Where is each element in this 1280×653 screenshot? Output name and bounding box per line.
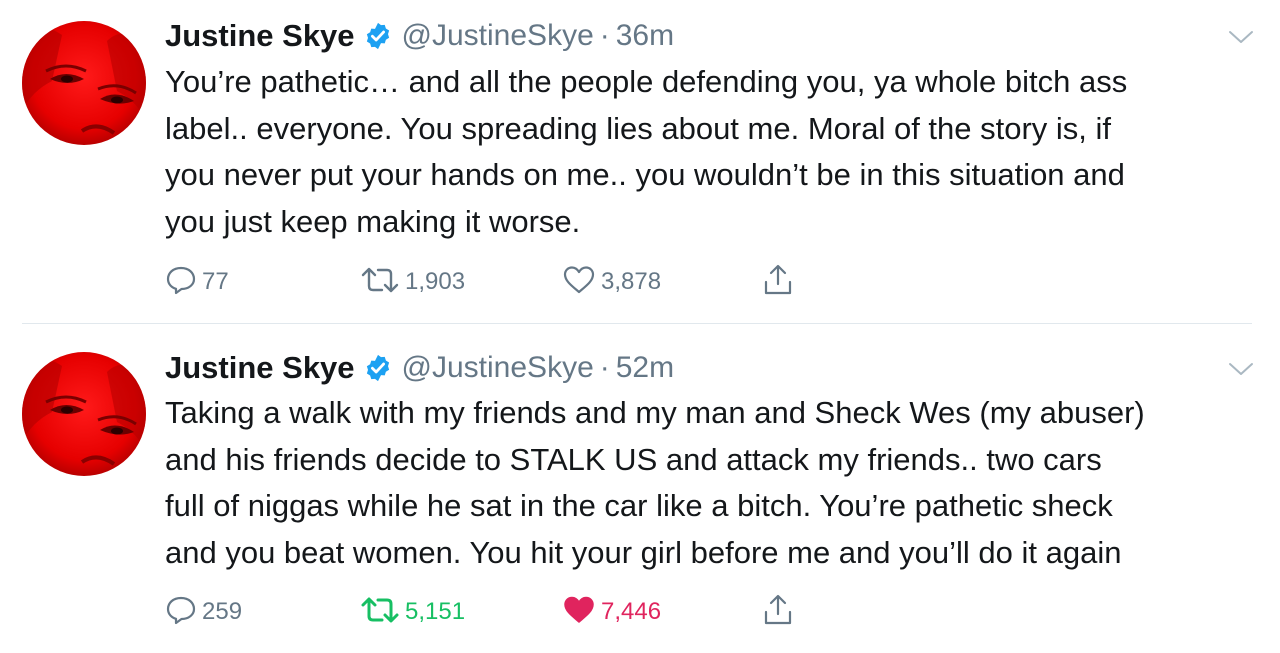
retweet-icon — [360, 594, 400, 631]
reply-icon — [165, 594, 197, 631]
tweet-header: Justine Skye @JustineSkye · 52m — [165, 348, 674, 388]
reply-count: 259 — [202, 598, 243, 625]
verified-badge-icon — [363, 353, 393, 383]
verified-badge-icon — [363, 21, 393, 51]
retweet-icon — [360, 264, 400, 301]
tweet-header: Justine Skye @JustineSkye · 36m — [165, 16, 674, 56]
author-handle[interactable]: @JustineSkye — [402, 351, 594, 385]
share-icon — [762, 593, 794, 632]
reply-button[interactable]: 259 — [165, 592, 242, 632]
reply-count: 77 — [202, 268, 229, 295]
heart-icon — [562, 264, 596, 301]
author-name[interactable]: Justine Skye — [165, 18, 355, 54]
tweet-text: You’re pathetic… and all the people defe… — [165, 64, 1128, 239]
separator-dot: · — [599, 19, 610, 52]
share-icon — [762, 263, 794, 302]
reply-icon — [165, 264, 197, 301]
author-name[interactable]: Justine Skye — [165, 350, 355, 386]
tweet-actions: 77 1,903 3,878 — [165, 262, 865, 302]
author-handle[interactable]: @JustineSkye — [402, 19, 594, 53]
share-button[interactable] — [762, 592, 794, 632]
retweet-button[interactable]: 1,903 — [360, 262, 465, 302]
chevron-down-icon[interactable] — [1227, 27, 1255, 47]
retweet-button[interactable]: 5,151 — [360, 592, 465, 632]
share-button[interactable] — [762, 262, 794, 302]
tweet-actions: 259 5,151 7,446 — [165, 592, 865, 632]
retweet-count: 1,903 — [405, 268, 466, 295]
tweet-text: Taking a walk with my friends and my man… — [165, 395, 1145, 570]
avatar[interactable] — [22, 352, 146, 476]
retweet-count: 5,151 — [405, 598, 466, 625]
tweet-timestamp[interactable]: 36m — [616, 19, 674, 53]
chevron-down-icon[interactable] — [1227, 359, 1255, 379]
like-count: 7,446 — [601, 598, 662, 625]
reply-button[interactable]: 77 — [165, 262, 229, 302]
separator-dot: · — [599, 351, 610, 384]
avatar[interactable] — [22, 21, 146, 145]
tweet-timestamp[interactable]: 52m — [616, 351, 674, 385]
heart-filled-icon — [562, 594, 596, 631]
like-count: 3,878 — [601, 268, 662, 295]
tweet[interactable]: Justine Skye @JustineSkye · 52m Taking a… — [0, 324, 1280, 653]
like-button[interactable]: 7,446 — [562, 592, 661, 632]
like-button[interactable]: 3,878 — [562, 262, 661, 302]
tweet[interactable]: Justine Skye @JustineSkye · 36m You’re p… — [0, 0, 1280, 323]
